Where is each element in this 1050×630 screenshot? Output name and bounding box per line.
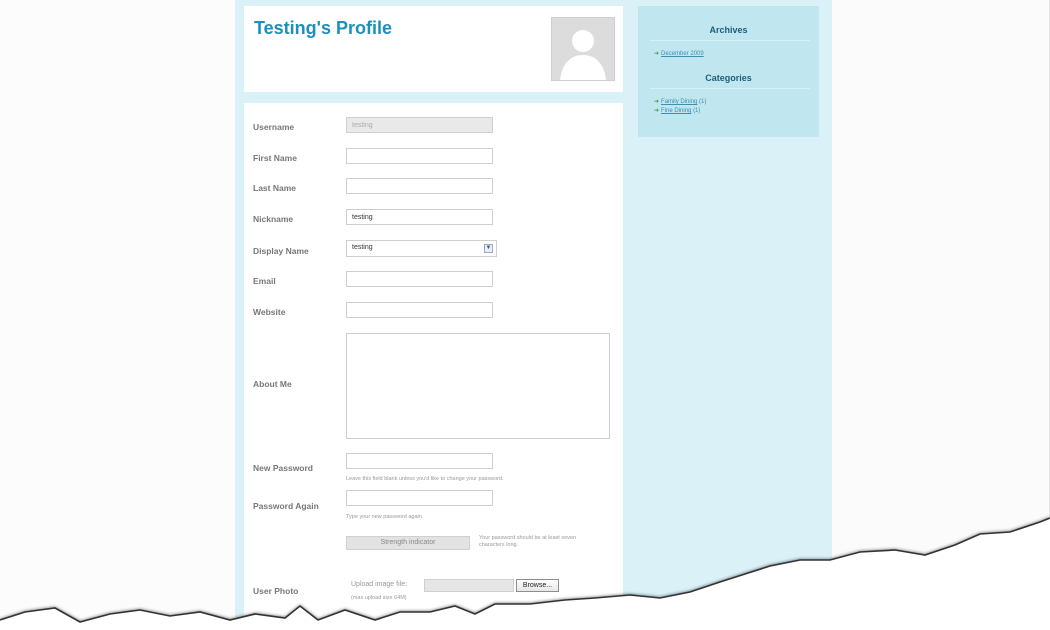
nickname-field[interactable]: testing (346, 209, 493, 225)
profile-header: Testing's Profile (244, 6, 623, 92)
password-again-label: Password Again (253, 501, 319, 511)
first-name-label: First Name (253, 153, 297, 163)
divider (650, 40, 810, 41)
category-label[interactable]: Family Dining (661, 99, 697, 105)
password-again-field[interactable] (346, 490, 493, 506)
display-name-label: Display Name (253, 246, 309, 256)
categories-heading: Categories (705, 73, 752, 83)
new-password-label: New Password (253, 463, 313, 473)
password-strength-note: Your password should be at least seven c… (479, 535, 577, 548)
archive-label[interactable]: December 2009 (661, 51, 704, 57)
display-name-select[interactable]: testing ▼ (346, 240, 497, 257)
sidebar: Archives ➔ December 2009 Categories ➔ Fami… (632, 0, 832, 630)
category-link-fine-dining[interactable]: ➔ Fine Dining (1) (654, 107, 700, 114)
user-photo-label: User Photo (253, 586, 299, 596)
archive-link-december-2009[interactable]: ➔ December 2009 (654, 50, 704, 57)
avatar (551, 17, 615, 81)
divider (650, 88, 810, 89)
website-label: Website (253, 307, 286, 317)
right-margin (832, 0, 1050, 630)
password-strength-indicator: Strength indicator (346, 536, 470, 550)
website-field[interactable] (346, 302, 493, 318)
username-field: testing (346, 117, 493, 133)
sidebar-widgets: Archives ➔ December 2009 Categories ➔ Fami… (638, 6, 819, 137)
archives-heading: Archives (709, 25, 748, 35)
page-title: Testing's Profile (254, 18, 392, 38)
category-link-family-dining[interactable]: ➔ Family Dining (1) (654, 98, 706, 105)
category-count: (1) (693, 108, 701, 114)
about-me-textarea[interactable] (346, 333, 610, 439)
default-avatar-icon (552, 18, 614, 80)
category-label[interactable]: Fine Dining (661, 108, 691, 114)
arrow-right-icon: ➔ (654, 99, 660, 105)
last-name-label: Last Name (253, 183, 296, 193)
arrow-right-icon: ➔ (654, 51, 660, 57)
password-again-hint: Type your new password again. (346, 514, 424, 520)
arrow-right-icon: ➔ (654, 108, 660, 114)
nickname-label: Nickname (253, 214, 294, 224)
category-count: (1) (699, 99, 707, 105)
email-field[interactable] (346, 271, 493, 287)
upload-max-size: (max upload size 64M) (351, 595, 407, 601)
browse-button[interactable]: Browse... (516, 579, 559, 592)
left-margin (0, 0, 235, 630)
last-name-field[interactable] (346, 178, 493, 194)
new-password-field[interactable] (346, 453, 493, 469)
display-name-value: testing (352, 244, 373, 251)
main-column: Testing's Profile Username testing First… (235, 0, 632, 630)
email-label: Email (253, 276, 276, 286)
new-password-hint: Leave this field blank unless you'd like… (346, 476, 504, 482)
username-label: Username (253, 122, 295, 132)
upload-image-label: Upload image file: (351, 581, 408, 588)
first-name-field[interactable] (346, 148, 493, 164)
upload-file-field[interactable] (424, 579, 514, 592)
profile-form: Username testing First Name Last Name Ni… (244, 103, 623, 623)
about-me-label: About Me (253, 379, 292, 389)
chevron-down-icon[interactable]: ▼ (484, 244, 493, 253)
